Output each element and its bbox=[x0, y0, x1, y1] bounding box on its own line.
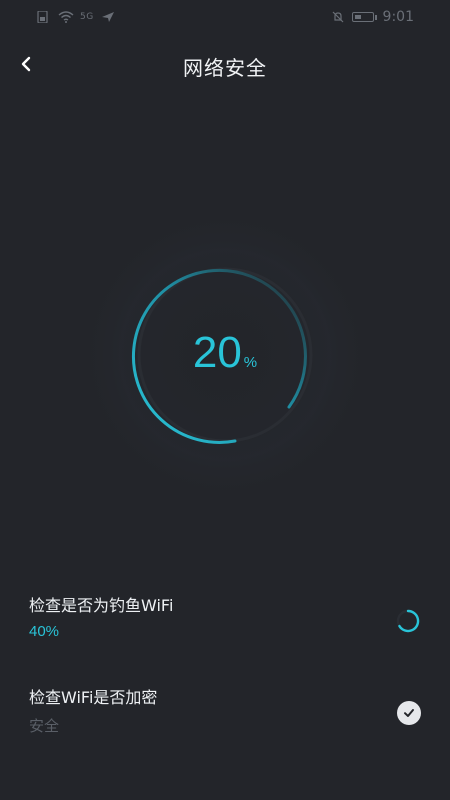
scan-progress-panel: 20% bbox=[0, 150, 450, 570]
wifi-icon bbox=[58, 11, 74, 23]
page-title: 网络安全 bbox=[183, 56, 267, 80]
spinner-icon bbox=[396, 609, 420, 633]
status-right: 9:01 bbox=[330, 9, 414, 25]
status-bar: 5G 9:01 bbox=[0, 0, 450, 34]
check-status: 安全 bbox=[29, 717, 60, 735]
progress-value: 20% bbox=[0, 328, 450, 378]
progress-number: 20 bbox=[192, 328, 242, 377]
checkmark-glyph bbox=[404, 709, 414, 717]
sim-card-icon bbox=[37, 11, 48, 23]
check-status: 40% bbox=[29, 623, 60, 640]
progress-unit: % bbox=[243, 354, 258, 371]
app-header: 网络安全 bbox=[0, 40, 450, 92]
check-title: 检查WiFi是否加密 bbox=[29, 688, 158, 707]
checkmark-icon bbox=[397, 701, 421, 725]
clock-time: 9:01 bbox=[382, 9, 414, 25]
battery-icon bbox=[351, 12, 374, 22]
check-item-wifi-encryption: 检查WiFi是否加密 安全 bbox=[29, 684, 429, 754]
notifications-off-icon bbox=[332, 11, 343, 23]
check-item-phishing-wifi: 检查是否为钓鱼WiFi 40% bbox=[29, 592, 429, 662]
network-type-label: 5G bbox=[80, 12, 94, 22]
status-left: 5G bbox=[36, 11, 116, 23]
location-arrow-icon bbox=[101, 12, 114, 22]
battery-tip bbox=[374, 14, 377, 20]
check-title: 检查是否为钓鱼WiFi bbox=[29, 596, 174, 615]
